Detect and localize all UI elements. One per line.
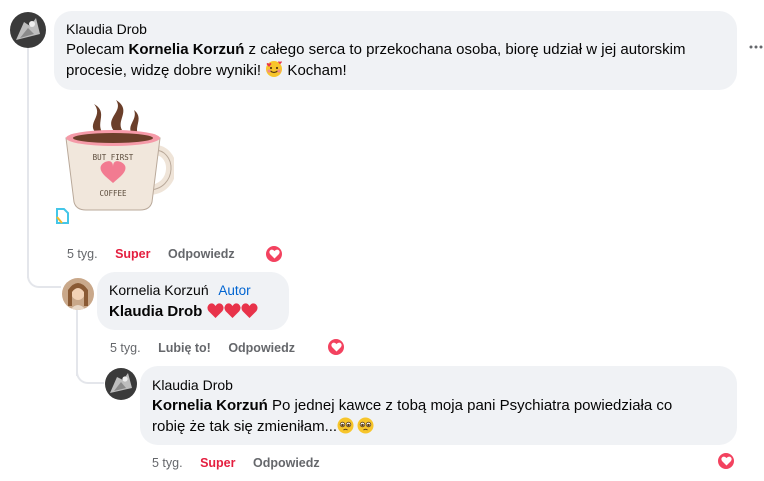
comment-text: Polecam Kornelia Korzuń z całego serca t… <box>66 39 716 84</box>
sticker-text-bottom: COFFEE <box>99 189 127 198</box>
mention-link[interactable]: Kornelia Korzuń <box>152 397 268 414</box>
smiling-face-with-hearts-icon <box>265 60 283 84</box>
reaction-button[interactable]: Super <box>200 456 235 470</box>
coffee-sticker[interactable]: BUT FIRST COFFEE <box>56 98 176 216</box>
sticker-text-top: BUT FIRST <box>93 153 134 162</box>
comment-actions: 5 tyg. Lubię to! Odpowiedz <box>110 341 309 355</box>
thread-curve-2 <box>76 364 104 384</box>
red-heart-icon <box>206 302 259 325</box>
reaction-count-badge[interactable] <box>716 451 736 471</box>
mention-link[interactable]: Kornelia Korzuń <box>129 41 245 58</box>
mention-link[interactable]: Klaudia Drob <box>109 303 202 320</box>
comment-author[interactable]: Klaudia Drob <box>66 21 147 37</box>
avatar[interactable] <box>62 278 94 310</box>
reply-button[interactable]: Odpowiedz <box>228 341 295 355</box>
pleading-face-icon <box>337 417 375 440</box>
author-badge: Autor <box>218 283 251 298</box>
comment-bubble: Klaudia Drob Kornelia Korzuń Po jednej k… <box>140 366 737 445</box>
like-button[interactable]: Lubię to! <box>158 341 211 355</box>
comment-header: Kornelia Korzuń Autor <box>109 282 251 298</box>
comment-time[interactable]: 5 tyg. <box>152 456 183 470</box>
avatar[interactable] <box>10 12 46 48</box>
comment-time[interactable]: 5 tyg. <box>67 247 98 261</box>
heart-reaction-icon <box>720 456 732 466</box>
comment-author[interactable]: Klaudia Drob <box>152 377 233 393</box>
reaction-button[interactable]: Super <box>115 247 150 261</box>
sticker-badge-icon <box>54 207 70 225</box>
comment-text-prefix: Polecam <box>66 41 129 58</box>
comment-author[interactable]: Kornelia Korzuń <box>109 282 209 298</box>
comment-bubble: Kornelia Korzuń Autor Klaudia Drob <box>97 272 289 330</box>
avatar-image <box>105 368 137 400</box>
avatar[interactable] <box>105 368 137 400</box>
comment-bubble: Klaudia Drob Polecam Kornelia Korzuń z c… <box>54 11 737 90</box>
heart-reaction-icon <box>330 342 342 352</box>
more-options-button[interactable] <box>749 40 763 52</box>
heart-reaction-icon <box>268 249 280 259</box>
reply-button[interactable]: Odpowiedz <box>168 247 235 261</box>
comment-actions: 5 tyg. Super Odpowiedz <box>152 456 334 470</box>
comment-text-line1: Po jednej kawce z tobą moja pani Psychia… <box>267 397 673 414</box>
thread-line <box>27 48 29 278</box>
reaction-count-badge[interactable] <box>326 337 346 357</box>
reaction-count-badge[interactable] <box>264 244 284 264</box>
comment-actions: 5 tyg. Super Odpowiedz <box>67 247 249 261</box>
comment-text-end: Kocham! <box>283 62 347 79</box>
reply-button[interactable]: Odpowiedz <box>253 456 320 470</box>
avatar-image <box>62 278 94 310</box>
avatar-image <box>10 12 46 48</box>
more-horizontal-icon <box>749 45 763 49</box>
comment-time[interactable]: 5 tyg. <box>110 341 141 355</box>
thread-curve <box>27 266 61 288</box>
comment-text: Klaudia Drob <box>109 301 259 325</box>
comment-text-line2: robię że tak się zmieniłam... <box>152 418 338 435</box>
comment-text: Kornelia Korzuń Po jednej kawce z tobą m… <box>152 395 732 440</box>
coffee-cup-icon: BUT FIRST COFFEE <box>65 100 176 211</box>
